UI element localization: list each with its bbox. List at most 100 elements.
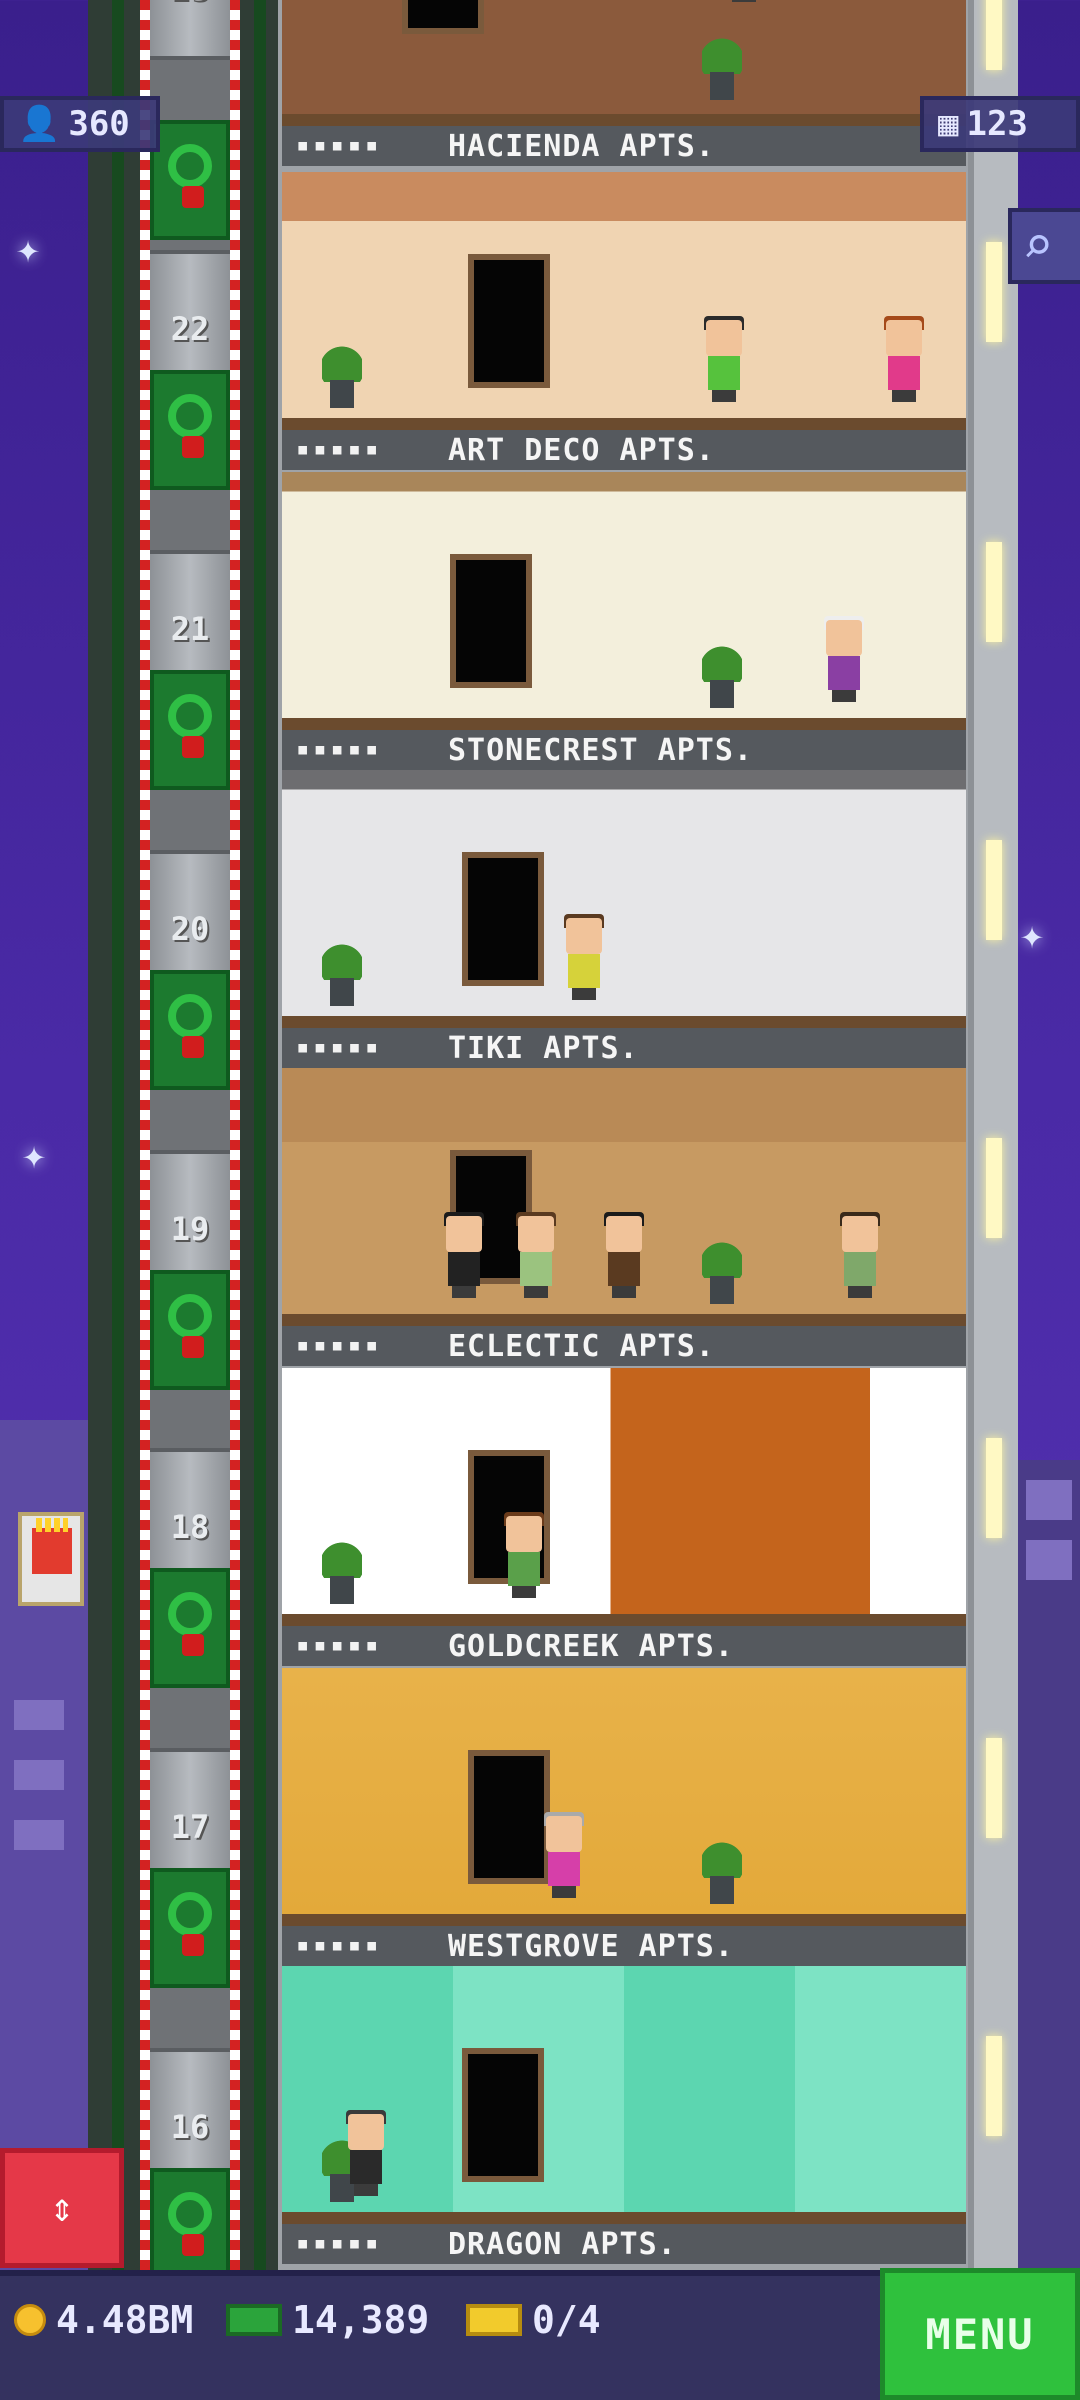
apartment-door[interactable] [462, 2048, 544, 2182]
floor-name: STONECREST APTS. [448, 733, 753, 768]
bitizen-legs [524, 1286, 548, 1298]
floor-baseboard [282, 1016, 966, 1028]
plant-icon [702, 30, 742, 100]
population-counter[interactable]: 👤 360 [0, 96, 160, 152]
window-light [986, 1738, 1002, 1838]
city-window [1026, 1480, 1072, 1520]
floor-room[interactable] [282, 770, 966, 1028]
bitizen[interactable] [344, 2110, 388, 2196]
window-light [986, 1438, 1002, 1538]
floor-name: ECLECTIC APTS. [448, 1329, 715, 1364]
menu-button[interactable]: MENU [880, 2268, 1080, 2400]
bitizen[interactable] [882, 316, 926, 402]
bitizen[interactable] [702, 316, 746, 402]
bitizen[interactable] [722, 0, 766, 2]
bitizen[interactable] [562, 914, 606, 1000]
floor-room[interactable] [282, 1068, 966, 1326]
apartment-door[interactable] [450, 554, 532, 688]
bitizen-head [506, 1516, 542, 1552]
bitizen-body [828, 656, 860, 690]
wreath-icon [150, 970, 230, 1090]
floor-room[interactable] [282, 1368, 966, 1626]
floor-name: DRAGON APTS. [448, 2227, 677, 2262]
bitizen-body [350, 2150, 382, 2184]
floor-label-bar[interactable]: ▪▪▪▪▪ ART DECO APTS. [282, 430, 966, 470]
tickets-stat[interactable]: 0/4 [466, 2296, 601, 2344]
bitizen[interactable] [602, 1212, 646, 1298]
fries-icon [32, 1518, 72, 1574]
bitizen-head [826, 620, 862, 656]
bitizen-head [606, 1216, 642, 1252]
wreath-icon [150, 370, 230, 490]
floor-stars: ▪▪▪▪▪ [296, 1035, 383, 1060]
bitizen[interactable] [442, 1212, 486, 1298]
bitizen-head [546, 1816, 582, 1852]
city-building [1018, 1460, 1080, 2270]
elevator-button[interactable]: ⇕ [0, 2148, 124, 2268]
floor-label-bar[interactable]: ▪▪▪▪▪ ECLECTIC APTS. [282, 1326, 966, 1366]
wreath-icon [150, 670, 230, 790]
floor-label-bar[interactable]: ▪▪▪▪▪ HACIENDA APTS. [282, 126, 966, 166]
bitizen[interactable] [502, 1512, 546, 1598]
bitizen[interactable] [822, 616, 866, 702]
floor-room[interactable] [282, 1668, 966, 1926]
floor-room[interactable] [282, 172, 966, 430]
bitizen-legs [552, 1886, 576, 1898]
up-down-arrows-icon: ⇕ [49, 2185, 75, 2231]
floor-name: WESTGROVE APTS. [448, 1929, 734, 1964]
apartment-door[interactable] [402, 0, 484, 34]
floor-baseboard [282, 1314, 966, 1326]
city-window [14, 1760, 64, 1790]
bitizen[interactable] [514, 1212, 558, 1298]
elevator-floor-number: 21 [170, 610, 210, 648]
star-decoration: ✦ [1020, 912, 1045, 958]
floor-baseboard [282, 418, 966, 430]
star-decoration: ✦ [16, 226, 41, 272]
bitizen-legs [512, 1586, 536, 1598]
apartment-door[interactable] [462, 852, 544, 986]
floor-baseboard [282, 1914, 966, 1926]
bitizen-body [608, 1252, 640, 1286]
floor-room[interactable] [282, 472, 966, 730]
elevator-floor-number: 23 [150, 0, 230, 8]
window-light [986, 242, 1002, 342]
wreath-icon [150, 1568, 230, 1688]
bitizen[interactable] [542, 1812, 586, 1898]
floor-name: HACIENDA APTS. [448, 129, 715, 164]
floor-label-bar[interactable]: ▪▪▪▪▪ GOLDCREEK APTS. [282, 1626, 966, 1666]
wreath-icon [150, 1868, 230, 1988]
floor-baseboard [282, 1614, 966, 1626]
plant-icon [702, 1234, 742, 1304]
plant-icon [322, 1534, 362, 1604]
bitizen-body [888, 356, 920, 390]
apartment-door[interactable] [468, 254, 550, 388]
floor-stars: ▪▪▪▪▪ [296, 737, 383, 762]
floor-counter[interactable]: ▦ 123 [920, 96, 1080, 152]
apartment-door[interactable] [468, 1750, 550, 1884]
elevator-floor-number: 17 [170, 1808, 210, 1846]
room-wall [282, 1668, 966, 1914]
elevator-floor-number: 18 [170, 1508, 210, 1546]
floor-stars: ▪▪▪▪▪ [296, 1933, 383, 1958]
window-light [986, 542, 1002, 642]
bux-stat[interactable]: 14,389 [226, 2296, 429, 2344]
floor-label-bar[interactable]: ▪▪▪▪▪ STONECREST APTS. [282, 730, 966, 770]
bitizen[interactable] [838, 1212, 882, 1298]
bitizen-legs [732, 0, 756, 2]
menu-label: MENU [925, 2309, 1035, 2359]
elevator-floor-number: 20 [170, 910, 210, 948]
floor-label-bar[interactable]: ▪▪▪▪▪ TIKI APTS. [282, 1028, 966, 1068]
room-wall [282, 0, 966, 114]
ticket-icon [466, 2304, 522, 2336]
floor-room[interactable] [282, 1966, 966, 2224]
floor-label-bar[interactable]: ▪▪▪▪▪ WESTGROVE APTS. [282, 1926, 966, 1966]
floor-label-bar[interactable]: ▪▪▪▪▪ DRAGON APTS. [282, 2224, 966, 2264]
window-light [986, 2036, 1002, 2136]
search-button[interactable]: ⌕ [1008, 208, 1080, 284]
bux-value: 14,389 [292, 2298, 430, 2342]
elevator-floor-cab[interactable]: 23 [150, 0, 230, 60]
floor-room[interactable] [282, 0, 966, 126]
coins-stat[interactable]: 4.48BM [14, 2296, 193, 2344]
wreath-icon [150, 120, 230, 240]
floor-count-value: 123 [966, 104, 1028, 144]
